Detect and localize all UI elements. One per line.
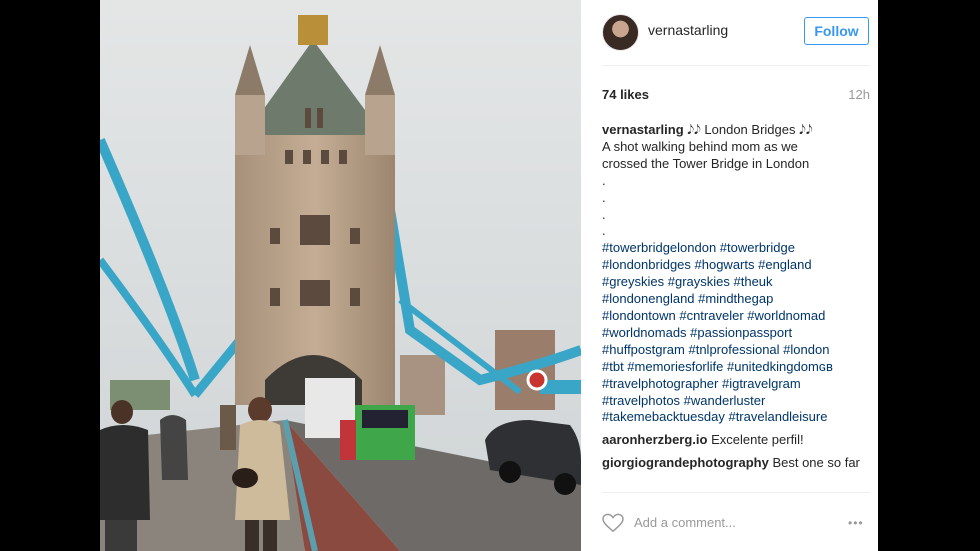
hashtag-line[interactable]: #travelphotographer #igtravelgram <box>602 376 864 393</box>
hashtag-line[interactable]: #greyskies #grayskies #theuk <box>602 274 864 291</box>
hashtag-line[interactable]: #takemebacktuesday #travelandleisure <box>602 409 864 426</box>
heart-icon[interactable] <box>602 513 624 533</box>
tower-bridge-photo <box>100 0 581 551</box>
post-photo[interactable] <box>100 0 581 551</box>
caption-title: 𝅘𝅥𝅮𝅘𝅥𝅮 London Bridges 𝅘𝅥𝅮𝅘𝅥𝅮 <box>683 122 813 137</box>
caption-text-line: crossed the Tower Bridge in London <box>602 155 810 171</box>
more-options-icon[interactable]: ••• <box>848 516 864 530</box>
hashtag-line[interactable]: #worldnomads #passionpassport <box>602 325 864 342</box>
post-details-panel: vernastarling Follow 74 likes 12h vernas… <box>581 0 878 551</box>
caption-dot: . <box>602 189 606 205</box>
caption-dot: . <box>602 206 606 222</box>
hashtag-line[interactable]: #tbt #memoriesforlife #unitedkingdomɢʙ <box>602 359 864 376</box>
username-link[interactable]: vernastarling <box>648 22 728 38</box>
comment-item: giorgiograndephotography Best one so far <box>602 455 864 472</box>
comments-section: vernastarling 𝅘𝅥𝅮𝅘𝅥𝅮 London Bridges 𝅘𝅥𝅮𝅘… <box>602 122 864 478</box>
caption-dot: . <box>602 172 606 188</box>
hashtag-line[interactable]: #londontown #cntraveler #worldnomad <box>602 308 864 325</box>
post-footer: Add a comment... ••• <box>581 493 878 551</box>
avatar[interactable] <box>602 14 639 51</box>
comment-text: Best one so far <box>768 455 860 471</box>
caption-dot: . <box>602 223 606 239</box>
comment-author[interactable]: giorgiograndephotography <box>602 455 769 470</box>
comment-item: aaronherzberg.io Excelente perfil! <box>602 432 864 449</box>
caption: vernastarling 𝅘𝅥𝅮𝅘𝅥𝅮 London Bridges 𝅘𝅥𝅮𝅘… <box>602 122 864 426</box>
follow-button[interactable]: Follow <box>804 17 869 45</box>
comment-author[interactable]: aaronherzberg.io <box>602 432 707 447</box>
hashtag-line[interactable]: #towerbridgelondon #towerbridge <box>602 240 864 257</box>
caption-author[interactable]: vernastarling <box>602 122 684 137</box>
hashtag-line[interactable]: #londonbridges #hogwarts #england <box>602 257 864 274</box>
post-time[interactable]: 12h <box>848 87 870 102</box>
hashtag-line[interactable]: #londonengland #mindthegap <box>602 291 864 308</box>
hashtag-line[interactable]: #huffpostgram #tnlprofessional #london <box>602 342 864 359</box>
caption-text-line: A shot walking behind mom as we <box>602 138 798 154</box>
hashtag-line[interactable]: #travelphotos #wanderluster <box>602 393 864 410</box>
post-header: vernastarling Follow <box>581 0 878 65</box>
add-comment-input[interactable]: Add a comment... <box>634 515 736 530</box>
header-divider <box>602 65 870 66</box>
likes-count[interactable]: 74 likes <box>602 87 649 102</box>
comment-text: Excelente perfil! <box>707 432 804 448</box>
